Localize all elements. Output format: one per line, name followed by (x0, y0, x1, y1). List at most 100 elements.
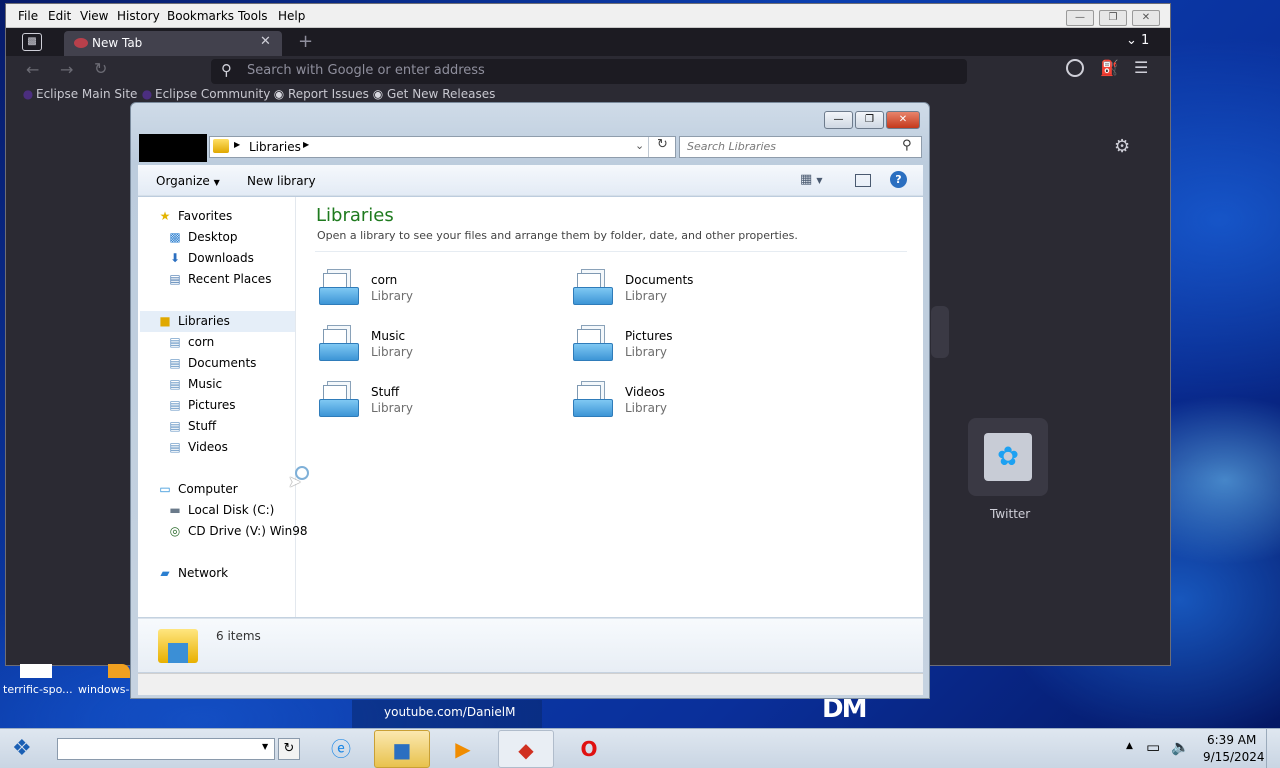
desktop-icon-label[interactable]: windows- (78, 683, 129, 696)
nav-library-music[interactable]: ▤ Music (166, 375, 222, 393)
explorer-maximize-button[interactable]: ❐ (855, 111, 884, 129)
help-icon[interactable]: ? (890, 171, 907, 188)
tray-volume-muted-icon[interactable]: 🔈 (1171, 738, 1190, 756)
taskbar-explorer-icon[interactable]: ■ (374, 730, 430, 768)
menu-bookmarks[interactable]: Bookmarks (167, 9, 234, 23)
nav-downloads[interactable]: ⬇ Downloads (166, 249, 254, 267)
search-libraries-input[interactable]: Search Libraries ⚲ (679, 136, 922, 158)
nav-library-stuff[interactable]: ▤ Stuff (166, 417, 216, 435)
menu-help[interactable]: Help (278, 9, 305, 23)
tab-overview-icon[interactable]: ▩ (22, 33, 42, 51)
newtab-settings-gear-icon[interactable]: ⚙ (1114, 136, 1130, 157)
library-item-corn[interactable]: corn Library (319, 263, 569, 313)
taskbar-opera-icon[interactable]: O (561, 730, 617, 768)
library-icon: ▤ (169, 419, 181, 433)
nav-library-corn[interactable]: ▤ corn (166, 333, 214, 351)
library-icon: ▤ (169, 377, 181, 391)
tab-list-button[interactable]: ⌄ 1 (1126, 33, 1149, 48)
address-dropdown-icon[interactable]: ⌄ (635, 139, 644, 152)
nav-label: Music (188, 377, 223, 391)
taskbar-internet-explorer-icon[interactable]: ⓔ (313, 730, 369, 768)
menu-view[interactable]: View (80, 9, 108, 23)
hamburger-menu-icon[interactable]: ☰ (1134, 58, 1148, 77)
taskbar-app-icon[interactable]: ◆ (498, 730, 554, 768)
menu-edit[interactable]: Edit (48, 9, 71, 23)
new-tab-plus-icon[interactable]: + (298, 31, 313, 52)
start-button-windows-icon[interactable]: ❖ (12, 736, 32, 761)
menu-tools[interactable]: Tools (238, 9, 268, 23)
clock-date[interactable]: 9/15/2024 (1203, 750, 1265, 764)
address-bar[interactable]: ⚲ Search with Google or enter address (211, 59, 967, 84)
nav-cd-drive[interactable]: ◎ CD Drive (V:) Win98 (166, 522, 308, 540)
nav-libraries[interactable]: ■ Libraries (156, 312, 230, 330)
library-item-videos[interactable]: Videos Library (573, 375, 823, 425)
nav-desktop[interactable]: ▩ Desktop (166, 228, 237, 246)
browser-minimize-button[interactable]: — (1066, 10, 1094, 26)
back-arrow-icon[interactable]: ← (26, 60, 39, 79)
explorer-close-button[interactable]: ✕ (886, 111, 920, 129)
explorer-minimize-button[interactable]: — (824, 111, 853, 129)
nav-library-pictures[interactable]: ▤ Pictures (166, 396, 235, 414)
library-icon: ▤ (169, 356, 181, 370)
new-library-button[interactable]: New library (247, 174, 316, 188)
desktop-icon-label[interactable]: terrific-spo... (3, 683, 73, 696)
taskbar-media-player-icon[interactable]: ▶ (435, 730, 491, 768)
search-icon[interactable]: ⚲ (902, 138, 912, 153)
bookmark-eclipse-community[interactable]: ● Eclipse Community (139, 87, 271, 101)
show-desktop-button[interactable] (1266, 729, 1280, 768)
star-icon: ★ (159, 209, 171, 223)
chevron-down-icon: ⌄ (1126, 33, 1137, 48)
nav-local-disk[interactable]: ▬ Local Disk (C:) (166, 501, 274, 519)
explorer-window: — ❐ ✕ ▶ Libraries ▶ ⌄ ↻ Search Libraries… (130, 102, 930, 699)
taskbar-go-refresh-icon[interactable]: ↻ (278, 738, 300, 760)
tab-close-icon[interactable]: ✕ (260, 34, 271, 49)
tab-new-tab[interactable]: New Tab ✕ (64, 31, 282, 57)
search-placeholder: Search Libraries (687, 140, 777, 153)
reload-icon[interactable]: ↻ (94, 59, 107, 78)
refresh-icon[interactable]: ↻ (648, 137, 676, 157)
forward-arrow-icon[interactable]: → (60, 60, 73, 79)
clock-time[interactable]: 6:39 AM (1207, 733, 1256, 747)
back-forward-buttons[interactable] (139, 134, 207, 162)
account-icon[interactable] (1066, 59, 1084, 77)
nav-label: Documents (188, 356, 257, 370)
breadcrumb-libraries[interactable]: Libraries (249, 140, 301, 154)
bookmark-get-new-releases[interactable]: ◉ Get New Releases (369, 87, 496, 101)
topsite-twitter[interactable]: ✿ (968, 418, 1048, 496)
network-icon: ▰ (160, 566, 170, 580)
nav-library-videos[interactable]: ▤ Videos (166, 438, 228, 456)
dropdown-arrow-icon[interactable]: ▼ (262, 742, 268, 751)
nav-library-documents[interactable]: ▤ Documents (166, 354, 256, 372)
nav-network[interactable]: ▰ Network (156, 564, 228, 582)
browser-nav-bar: ← → ↻ ⚲ Search with Google or enter addr… (6, 56, 1170, 86)
organize-button[interactable]: Organize ▼ (156, 174, 220, 188)
bookmark-report-issues[interactable]: ◉ Report Issues (270, 87, 369, 101)
library-item-pictures[interactable]: Pictures Library (573, 319, 823, 369)
extensions-icon[interactable]: ⛽ (1100, 59, 1119, 77)
view-options-icon[interactable]: ▦ ▼ (800, 172, 823, 187)
watermark-text: youtube.com/DanielM (384, 705, 516, 719)
tray-expand-icon[interactable]: ▲ (1126, 741, 1133, 751)
download-arrow-icon: ⬇ (169, 251, 181, 265)
nav-recent-places[interactable]: ▤ Recent Places (166, 270, 271, 288)
menu-history[interactable]: History (117, 9, 160, 23)
library-item-documents[interactable]: Documents Library (573, 263, 823, 313)
browser-restore-button[interactable]: ❐ (1099, 10, 1127, 26)
breadcrumb-arrow-icon[interactable]: ▶ (234, 140, 240, 149)
nav-computer[interactable]: ▭ Computer (156, 480, 237, 498)
taskbar-address-input[interactable]: ▼ (57, 738, 275, 760)
tray-network-icon[interactable]: ▭ (1146, 738, 1160, 756)
nav-label: Network (178, 566, 229, 580)
library-icon: ▤ (169, 398, 181, 412)
library-item-stuff[interactable]: Stuff Library (319, 375, 569, 425)
preview-pane-icon[interactable] (855, 174, 871, 187)
status-bar (138, 673, 923, 695)
breadcrumb-arrow-icon[interactable]: ▶ (303, 140, 309, 149)
page-subtitle: Open a library to see your files and arr… (317, 229, 798, 242)
browser-close-button[interactable]: ✕ (1132, 10, 1160, 26)
library-item-music[interactable]: Music Library (319, 319, 569, 369)
menu-file[interactable]: File (18, 9, 38, 23)
nav-favorites[interactable]: ★ Favorites (156, 207, 233, 225)
bookmark-eclipse-main[interactable]: ● Eclipse Main Site (20, 87, 138, 101)
explorer-address-bar[interactable]: ▶ Libraries ▶ ⌄ ↻ (209, 136, 676, 158)
